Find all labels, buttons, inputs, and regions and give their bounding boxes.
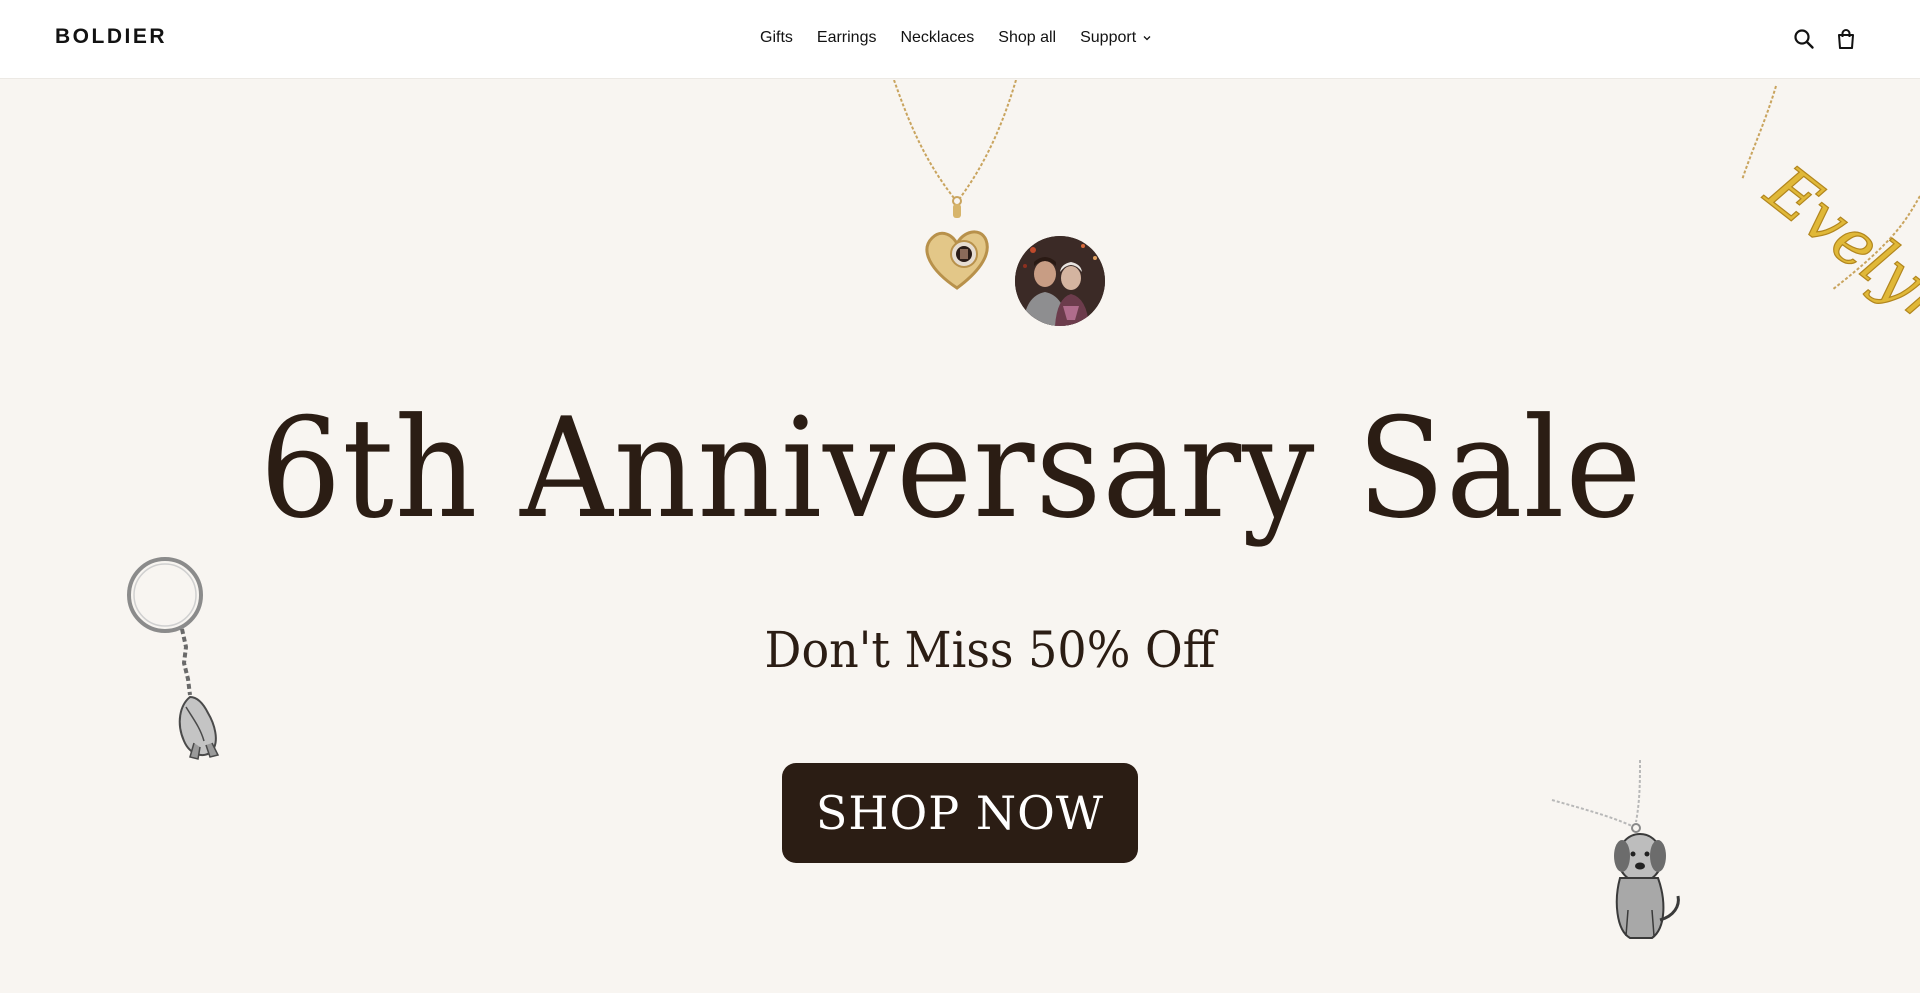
nav-item-label: Gifts	[760, 29, 793, 46]
hero-banner: Evelyn 6th Anniversary Sale Don't Miss 5…	[0, 80, 1920, 993]
nav-item-label: Necklaces	[900, 29, 975, 46]
nav-item-label: Shop all	[998, 29, 1057, 46]
cart-icon	[1838, 29, 1854, 49]
header-actions	[1792, 27, 1858, 51]
dog-pendant-necklace-image	[1551, 760, 1680, 939]
hero-title: 6th Anniversary Sale	[259, 388, 1643, 549]
nav-item-support[interactable]: Support	[1080, 29, 1152, 47]
hero-subtitle: Don't Miss 50% Off	[764, 621, 1216, 679]
main-nav: Gifts Earrings Necklaces Shop all Suppor…	[760, 29, 1176, 47]
customer-photo	[1015, 236, 1105, 326]
necklace-name-text: Evelyn	[1751, 152, 1920, 340]
search-button[interactable]	[1792, 27, 1816, 51]
cart-button[interactable]	[1834, 27, 1858, 51]
name-necklace-image: Evelyn	[1741, 85, 1920, 340]
nav-item-shop-all[interactable]: Shop all	[998, 29, 1056, 47]
chevron-down-icon	[1143, 36, 1151, 41]
nav-item-label: Earrings	[816, 29, 877, 46]
shop-now-button[interactable]: SHOP NOW	[782, 763, 1138, 863]
heart-locket-necklace-image	[893, 80, 1017, 290]
brand-logo[interactable]: BOLDIER	[55, 25, 167, 49]
nav-item-gifts[interactable]: Gifts	[760, 29, 793, 47]
search-icon	[1794, 29, 1814, 49]
nav-item-earrings[interactable]: Earrings	[817, 29, 877, 47]
site-header: BOLDIER Gifts Earrings Necklaces Shop al…	[0, 0, 1920, 79]
nav-item-necklaces[interactable]: Necklaces	[900, 29, 974, 47]
nav-item-label: Support	[1080, 29, 1137, 46]
